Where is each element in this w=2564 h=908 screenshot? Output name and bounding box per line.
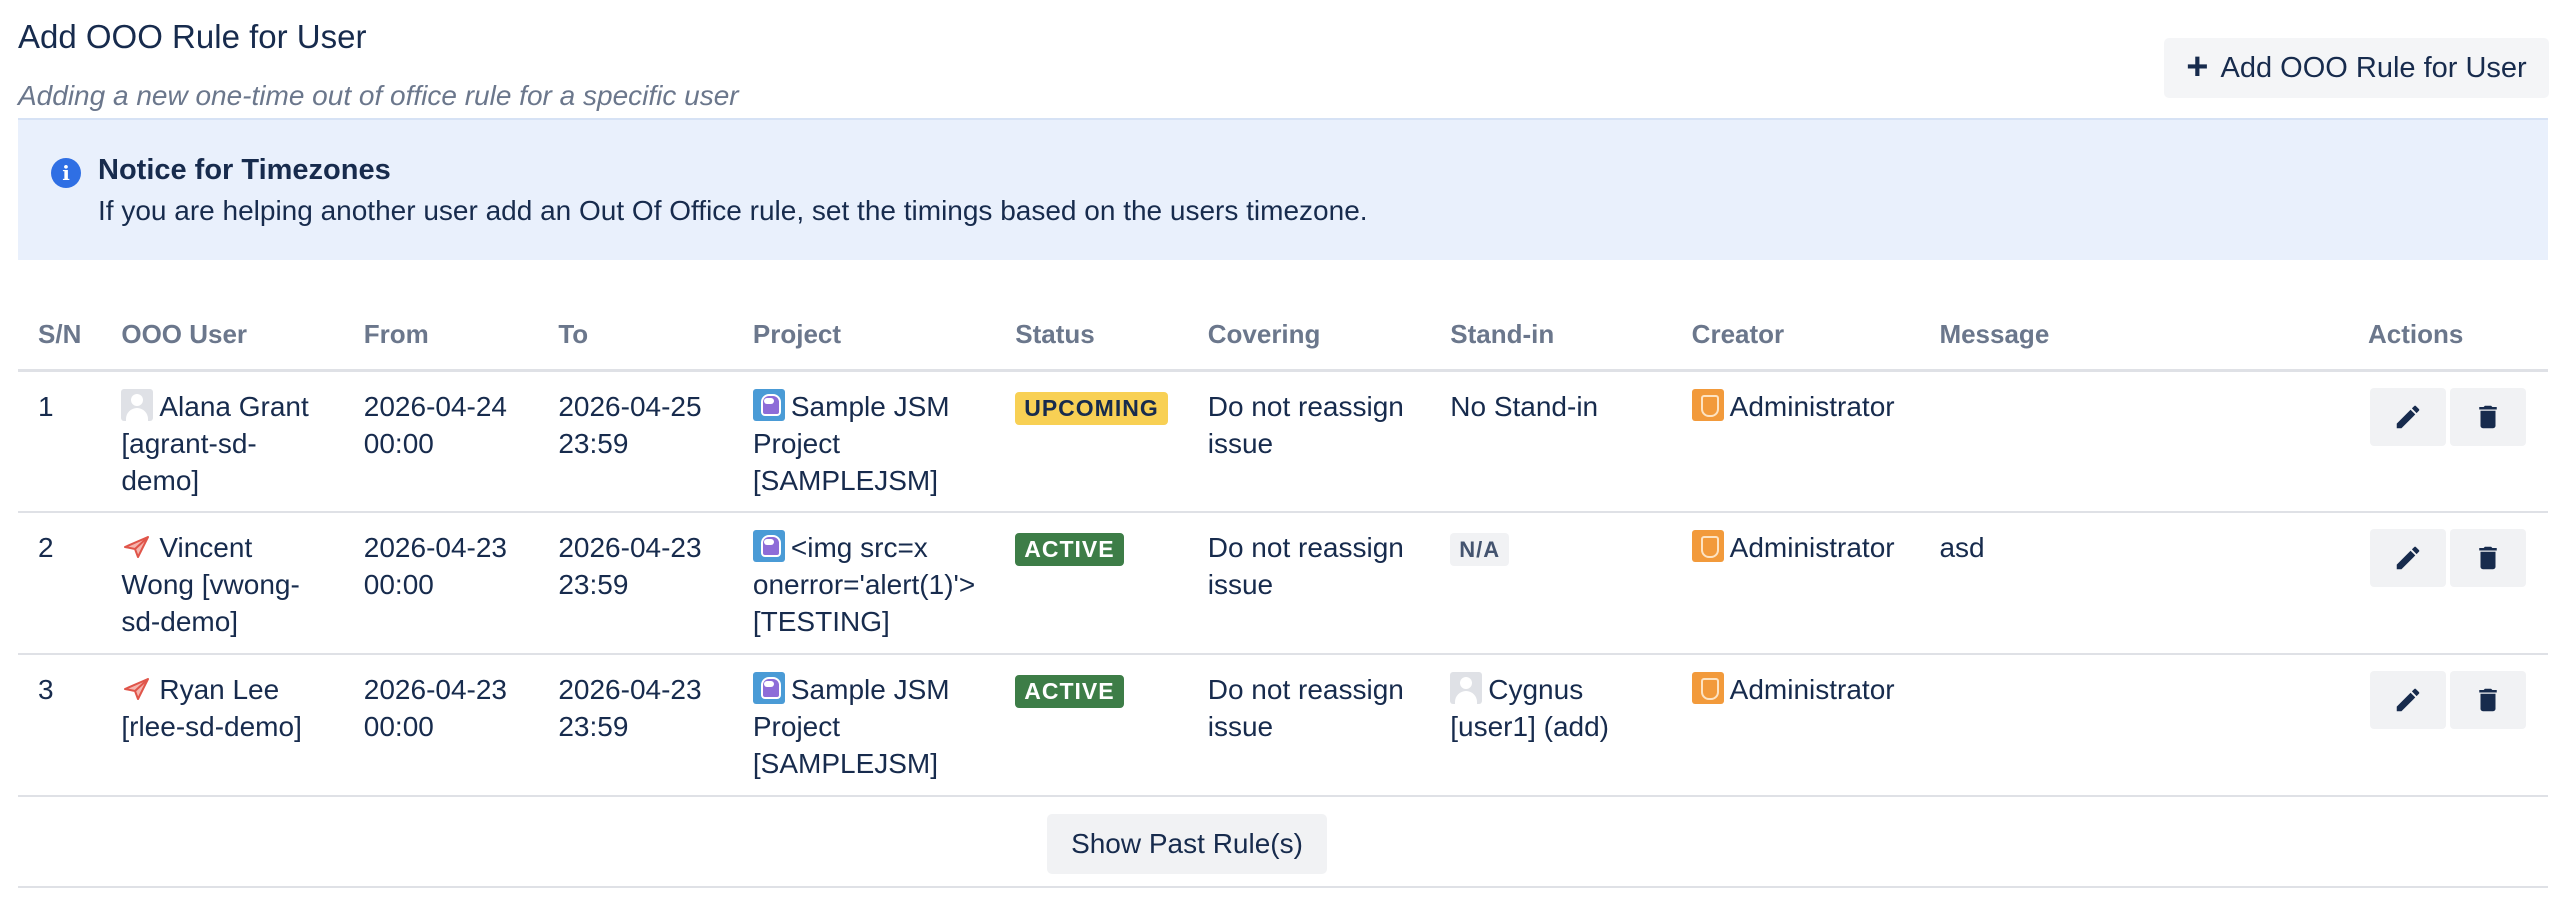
cell-to: 2026-04-23 23:59: [538, 512, 733, 655]
cell-project: Sample JSM Project [SAMPLEJSM]: [732, 654, 996, 797]
creator-name: Administrator: [1729, 390, 1895, 422]
default-avatar-icon: [1450, 672, 1483, 704]
cell-status: ACTIVE: [995, 654, 1188, 797]
ooo-rules-page: Add OOO Rule for User Adding a new one-t…: [0, 0, 2564, 908]
column-header-sn: S/N: [18, 300, 102, 372]
edit-button[interactable]: [2369, 387, 2446, 446]
cell-sn: 2: [18, 512, 102, 655]
ooo-rules-table: S/N OOO User From To Project Status Cove…: [18, 300, 2548, 797]
project-avatar-icon: [752, 530, 785, 562]
column-header-to: To: [538, 300, 733, 372]
cell-actions: [2347, 654, 2548, 797]
cell-actions: [2347, 512, 2548, 655]
column-header-stand-in: Stand-in: [1430, 300, 1672, 372]
table-header-row: S/N OOO User From To Project Status Cove…: [18, 300, 2548, 372]
column-header-project: Project: [732, 300, 996, 372]
column-header-ooo-user: OOO User: [101, 300, 344, 372]
add-ooo-rule-button[interactable]: + Add OOO Rule for User: [2164, 38, 2549, 98]
delete-button[interactable]: [2449, 671, 2526, 729]
cell-ooo-user: Alana Grant [agrant-sd-demo]: [101, 370, 344, 513]
cell-actions: [2347, 370, 2548, 513]
cell-from: 2026-04-24 00:00: [343, 370, 539, 513]
cell-project: <img src=x onerror='alert(1)'> [TESTING]: [732, 512, 996, 655]
project-avatar-icon: [752, 388, 785, 421]
page-subtitle: Adding a new one-time out of office rule…: [18, 80, 739, 111]
column-header-status: Status: [995, 300, 1188, 372]
creator-name: Administrator: [1729, 674, 1895, 705]
add-ooo-rule-label: Add OOO Rule for User: [2220, 51, 2527, 84]
delete-button[interactable]: [2449, 387, 2526, 446]
divider: [18, 886, 2548, 888]
status-badge: ACTIVE: [1015, 533, 1124, 566]
status-badge: ACTIVE: [1015, 675, 1124, 708]
cell-covering: Do not reassign issue: [1187, 512, 1431, 655]
cell-status: UPCOMING: [995, 370, 1188, 513]
cell-ooo-user: Vincent Wong [vwong-sd-demo]: [101, 512, 344, 655]
show-past-rules-button[interactable]: Show Past Rule(s): [1047, 814, 1327, 874]
admin-avatar-icon: [1691, 672, 1724, 704]
page-title: Add OOO Rule for User: [18, 18, 367, 55]
cell-sn: 1: [18, 370, 102, 513]
cell-covering: Do not reassign issue: [1187, 370, 1431, 513]
edit-button[interactable]: [2369, 529, 2446, 587]
notice-title: Notice for Timezones: [98, 154, 391, 186]
paper-plane-icon: [121, 530, 153, 562]
admin-avatar-icon: [1691, 388, 1724, 421]
table-row: 1 Alana Grant [agrant-sd-demo] 2026-04-2…: [18, 370, 2548, 513]
cell-message: [1919, 654, 2348, 797]
cell-ooo-user: Ryan Lee [rlee-sd-demo]: [101, 654, 344, 797]
column-header-message: Message: [1919, 300, 2348, 372]
admin-avatar-icon: [1691, 530, 1724, 562]
cell-project: Sample JSM Project [SAMPLEJSM]: [732, 370, 996, 513]
cell-stand-in: Cygnus [user1] (add): [1430, 654, 1672, 797]
cell-to: 2026-04-23 23:59: [538, 654, 733, 797]
pencil-icon: [2396, 546, 2420, 570]
cell-to: 2026-04-25 23:59: [538, 370, 733, 513]
pencil-icon: [2396, 405, 2420, 428]
notice-text: If you are helping another user add an O…: [98, 195, 1368, 226]
cell-creator: Administrator: [1671, 370, 1920, 513]
trash-icon: [2479, 405, 2497, 428]
cell-stand-in: No Stand-in: [1430, 370, 1672, 513]
pencil-icon: [2396, 688, 2420, 712]
table-row: 2 Vincent Wong [vwong-sd-demo] 2026-04-2…: [18, 512, 2548, 655]
info-icon: i: [51, 158, 81, 188]
default-avatar-icon: [121, 388, 154, 421]
timezone-notice: i Notice for Timezones If you are helpin…: [18, 118, 2548, 260]
status-badge: UPCOMING: [1015, 391, 1168, 425]
paper-plane-icon: [121, 672, 153, 704]
cell-from: 2026-04-23 00:00: [343, 512, 539, 655]
trash-icon: [2479, 688, 2497, 712]
cell-covering: Do not reassign issue: [1187, 654, 1431, 797]
cell-stand-in: N/A: [1430, 512, 1672, 655]
delete-button[interactable]: [2449, 529, 2526, 587]
cell-creator: Administrator: [1671, 654, 1920, 797]
project-name: <img src=x onerror='alert(1)'> [TESTING]: [752, 532, 976, 637]
column-header-from: From: [343, 300, 539, 372]
creator-name: Administrator: [1729, 532, 1895, 563]
cell-message: asd: [1919, 512, 2348, 655]
stand-in-badge: N/A: [1450, 533, 1510, 566]
column-header-actions: Actions: [2347, 300, 2548, 372]
edit-button[interactable]: [2369, 671, 2446, 729]
cell-sn: 3: [18, 654, 102, 797]
table-row: 3 Ryan Lee [rlee-sd-demo] 2026-04-23 00:…: [18, 654, 2548, 797]
cell-message: [1919, 370, 2348, 513]
cell-creator: Administrator: [1671, 512, 1920, 655]
column-header-covering: Covering: [1187, 300, 1431, 372]
column-header-creator: Creator: [1671, 300, 1920, 372]
project-avatar-icon: [752, 672, 785, 704]
cell-status: ACTIVE: [995, 512, 1188, 655]
trash-icon: [2479, 546, 2497, 570]
plus-icon: +: [2186, 45, 2209, 88]
cell-from: 2026-04-23 00:00: [343, 654, 539, 797]
